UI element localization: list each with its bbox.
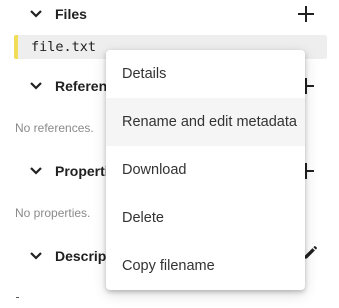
chevron-down-icon[interactable] (29, 9, 43, 19)
menu-item-label: Delete (122, 210, 164, 226)
menu-item-copy-filename[interactable]: Copy filename (106, 242, 305, 290)
menu-item-label: Details (122, 66, 167, 82)
menu-item-label: Download (122, 162, 187, 178)
files-section-header[interactable]: Files (0, 0, 339, 28)
menu-item-download[interactable]: Download (106, 146, 305, 194)
add-file-icon[interactable] (297, 5, 315, 23)
menu-item-details[interactable]: Details (106, 50, 305, 98)
files-section-title: Files (55, 6, 87, 22)
file-context-menu: Details Rename and edit metadata Downloa… (106, 50, 305, 290)
properties-empty-text: No properties. (15, 206, 91, 220)
chevron-down-icon[interactable] (29, 166, 43, 176)
menu-item-delete[interactable]: Delete (106, 194, 305, 242)
file-name: file.txt (31, 39, 97, 55)
chevron-down-icon[interactable] (29, 81, 43, 91)
pencil-icon[interactable] (303, 246, 317, 260)
references-empty-text: No references. (15, 121, 94, 135)
menu-item-label: Copy filename (122, 258, 215, 274)
description-marker (16, 297, 19, 298)
file-color-marker (14, 35, 18, 59)
menu-item-rename[interactable]: Rename and edit metadata (106, 98, 305, 146)
chevron-down-icon[interactable] (29, 251, 43, 261)
menu-item-label: Rename and edit metadata (122, 114, 297, 130)
